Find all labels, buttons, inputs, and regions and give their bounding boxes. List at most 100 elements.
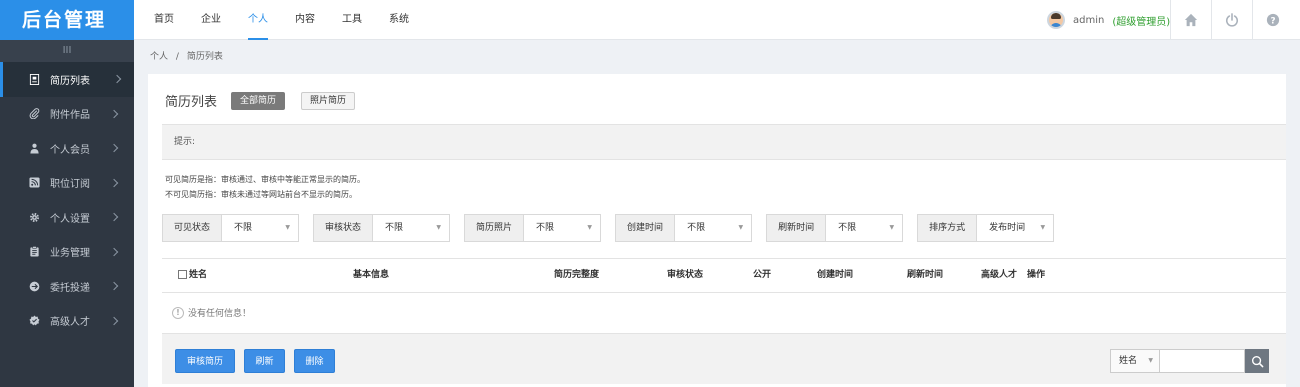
column-header: 基本信息 [353,270,390,280]
sidebar-item-senior-talent[interactable]: 高级人才 [0,304,134,339]
column-header: 简历完整度 [554,270,600,280]
chevron-right-icon [109,144,119,153]
chevron-right-icon [109,247,119,256]
note-visible: 可见简历是指：审核通过、审核中等能正常显示的简历。 [165,175,365,184]
title-row: 简历列表 全部简历 照片简历 [165,91,371,110]
top-icon-group: ? [1170,0,1293,40]
settings-icon [28,211,40,223]
badge-icon [28,315,40,327]
filter-label: 可见状态 [163,215,223,241]
review-resume-button[interactable]: 审核简历 [175,349,235,373]
tip-label: 提示: [174,137,196,147]
column-name: 姓名 [178,259,207,292]
filter-visibility: 可见状态 不限 [162,214,300,242]
notes: 可见简历是指：审核通过、审核中等能正常显示的简历。 不可见简历指：审核未通过等网… [165,172,365,202]
sidebar-item-label: 职位订阅 [50,179,90,191]
sidebar-item-members[interactable]: 个人会员 [0,131,134,166]
action-bar: 审核简历 刷新 删除 姓名 [162,333,1286,384]
filter-refresh-time-select[interactable]: 不限 [826,215,903,241]
filter-review-status-select[interactable]: 不限 [373,215,450,241]
sidebar-item-label: 个人会员 [50,144,90,156]
topnav-tools[interactable]: 工具 [342,0,362,40]
topnav-content[interactable]: 内容 [295,0,315,40]
filter-label: 审核状态 [314,215,374,241]
sidebar-item-subscriptions[interactable]: 职位订阅 [0,166,134,201]
column-header: 公开 [753,270,772,280]
search-group: 姓名 [1110,349,1269,373]
filter-created-time-select[interactable]: 不限 [675,215,752,241]
home-icon[interactable] [1170,0,1211,40]
sidebar-item-business[interactable]: 业务管理 [0,235,134,270]
filter-sort-select[interactable]: 发布时间 [977,215,1054,241]
filter-visibility-select[interactable]: 不限 [222,215,299,241]
empty-message-text: 没有任何信息！ [188,309,252,319]
search-input[interactable] [1160,349,1245,373]
user-name: admin [1073,14,1105,26]
search-button[interactable] [1245,349,1269,373]
main-panel: 简历列表 全部简历 照片简历 提示: 可见简历是指：审核通过、审核中等能正常显示… [148,74,1286,387]
filter-refresh-time: 刷新时间 不限 [766,214,904,242]
sidebar-item-label: 简历列表 [50,75,90,87]
sidebar-item-settings[interactable]: 个人设置 [0,200,134,235]
tip-box: 提示: [162,124,1286,160]
tab-photo-resumes[interactable]: 照片简历 [301,91,356,110]
sidebar: III 简历列表 附件作品 个人会员 职位订阅 个人设置 业务管理 委托投递 高… [0,40,134,387]
topnav-personal[interactable]: 个人 [248,0,268,40]
app-logo[interactable]: 后台管理 [0,0,134,40]
topnav-company[interactable]: 企业 [201,0,221,40]
chevron-right-icon [109,109,119,118]
power-icon[interactable] [1211,0,1252,40]
member-icon [28,142,40,154]
column-header: 刷新时间 [907,270,944,280]
clipboard-icon [28,246,40,258]
column-header: 操作 [1027,270,1046,280]
topnav-home[interactable]: 首页 [154,0,174,40]
column-header: 审核状态 [667,270,704,280]
column-header: 创建时间 [817,270,854,280]
topnav-system[interactable]: 系统 [389,0,409,40]
delivery-icon [28,280,40,292]
help-icon[interactable]: ? [1252,0,1293,40]
filter-review-status: 审核状态 不限 [313,214,451,242]
info-icon: ! [172,306,184,319]
sidebar-item-delivery[interactable]: 委托投递 [0,269,134,304]
refresh-button[interactable]: 刷新 [244,349,285,373]
filter-label: 刷新时间 [767,215,827,241]
breadcrumb: 个人 / 简历列表 [150,40,228,74]
svg-text:?: ? [1270,17,1275,27]
filter-photo: 简历照片 不限 [464,214,602,242]
column-header: 姓名 [189,270,208,280]
column-header: 高级人才 [981,270,1018,280]
chevron-right-icon [109,282,119,291]
sidebar-item-label: 委托投递 [50,282,90,294]
chevron-right-icon [109,213,119,222]
note-invisible: 不可见简历指：审核未通过等网站前台不显示的简历。 [165,190,357,199]
filter-sort: 排序方式 发布时间 [917,214,1055,242]
table-header: 姓名 基本信息 简历完整度 审核状态 公开 创建时间 刷新时间 高级人才 操作 [162,258,1286,293]
user-role: (超级管理员) [1112,16,1171,28]
sidebar-item-label: 高级人才 [50,317,90,329]
search-type-select[interactable]: 姓名 [1110,349,1160,373]
breadcrumb-parent[interactable]: 个人 [150,52,168,62]
chevron-right-icon [109,316,119,325]
sidebar-item-label: 业务管理 [50,248,90,260]
avatar [1047,11,1065,29]
top-nav: 首页 企业 个人 内容 工具 系统 [154,0,436,40]
chevron-right-icon [112,75,122,84]
chevron-right-icon [109,178,119,187]
delete-button[interactable]: 删除 [294,349,335,373]
search-icon [1251,355,1263,367]
tab-all-resumes[interactable]: 全部简历 [231,91,286,110]
resume-icon [28,73,40,85]
breadcrumb-separator: / [175,52,179,62]
attachment-icon [28,108,40,120]
user-menu[interactable]: admin (超级管理员) [1047,0,1170,40]
filter-label: 创建时间 [616,215,676,241]
sidebar-item-resume-list[interactable]: 简历列表 [0,62,134,97]
sidebar-collapse-toggle[interactable]: III [0,40,134,62]
sidebar-item-attachments[interactable]: 附件作品 [0,97,134,132]
filter-bar: 可见状态 不限 审核状态 不限 简历照片 不限 创建时间 不限 刷新时间 不限 … [162,214,1068,242]
filter-photo-select[interactable]: 不限 [524,215,601,241]
select-all-checkbox[interactable] [178,270,187,279]
empty-message: ! 没有任何信息！ [172,306,251,319]
